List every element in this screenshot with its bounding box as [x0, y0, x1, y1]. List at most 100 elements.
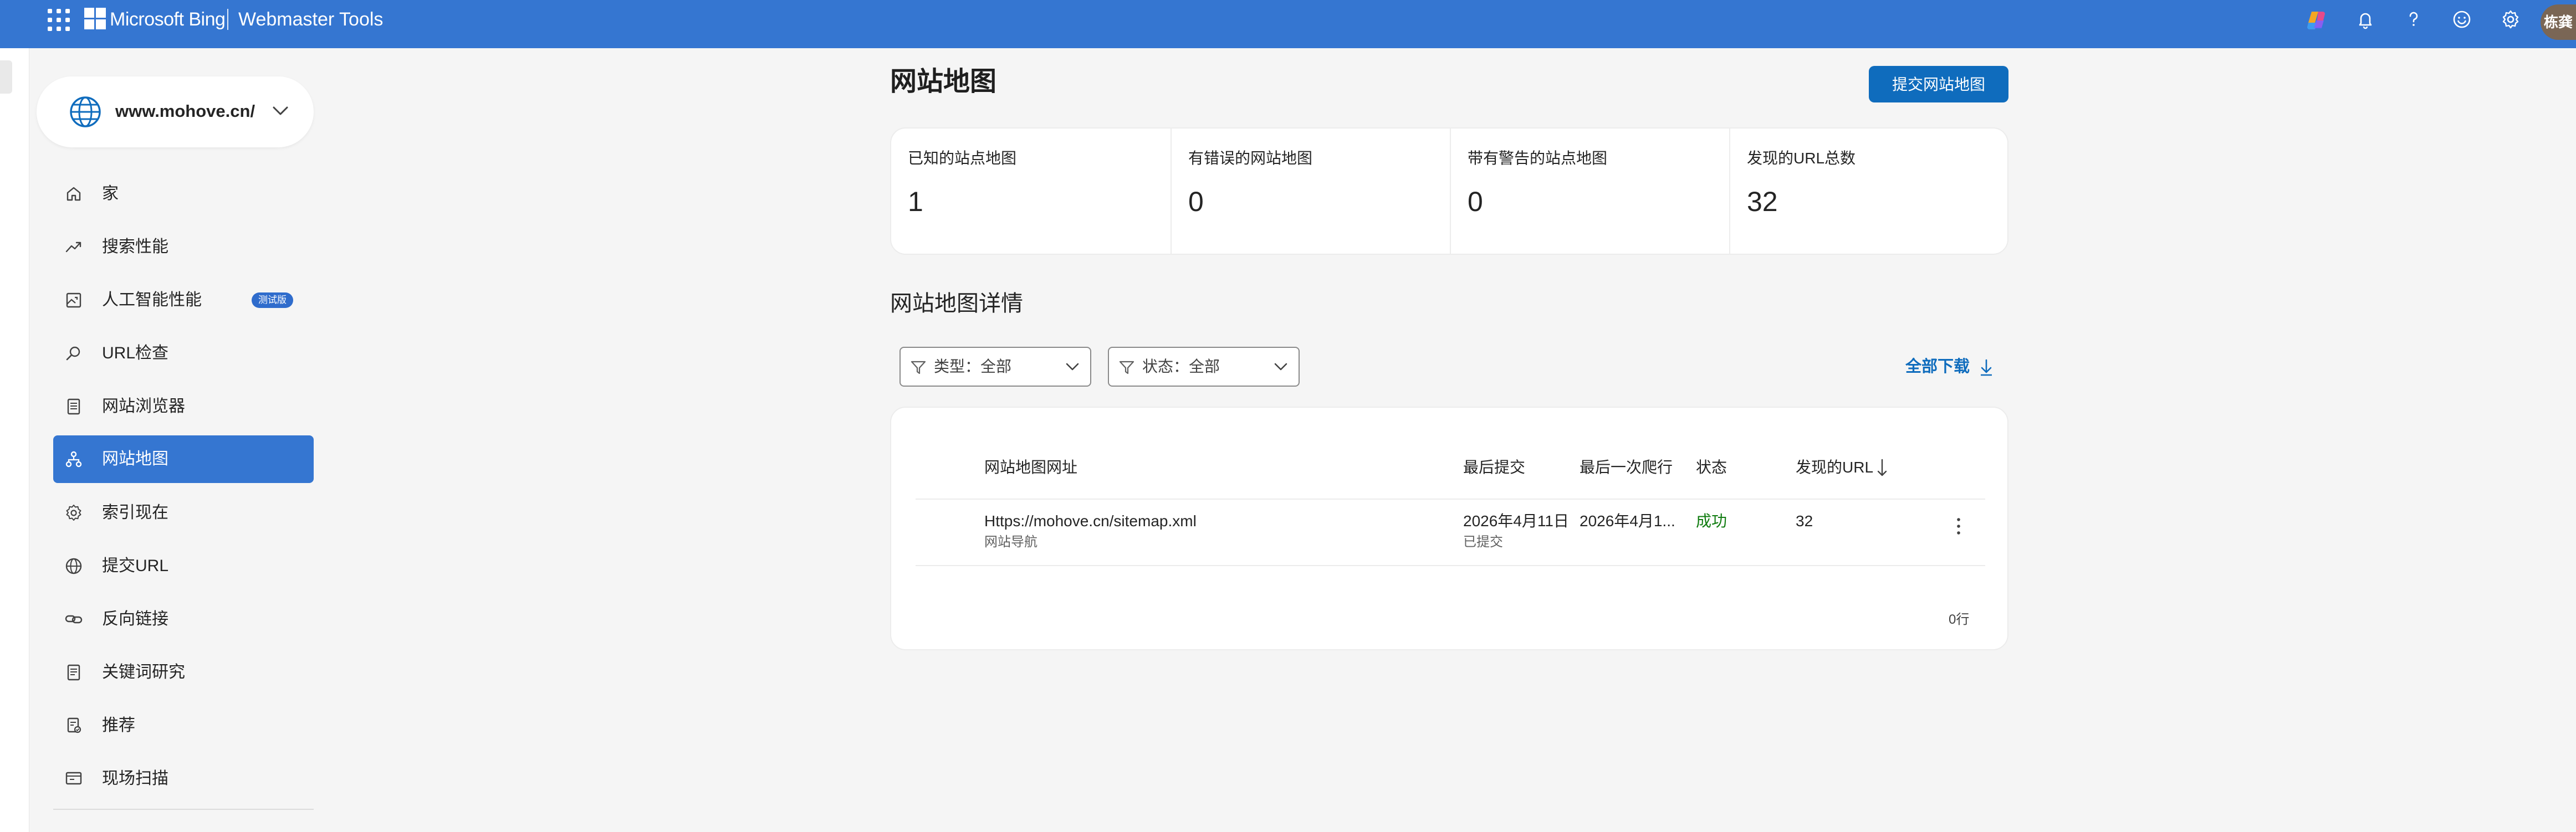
search-icon	[66, 346, 80, 361]
sidebar-item-ai-performance[interactable]: 人工智能性能 测试版	[53, 276, 314, 324]
chevron-down-icon	[1274, 363, 1287, 371]
document-icon	[67, 664, 80, 681]
recommend-icon	[67, 717, 81, 733]
sidebar-divider	[53, 809, 314, 810]
stats-card: 已知的站点地图 1 有错误的网站地图 0 带有警告的站点地图 0 发现的URL总…	[890, 127, 2008, 255]
row-divider	[916, 565, 1985, 566]
sidebar-item-label: 现场扫描	[102, 769, 168, 788]
copilot-icon[interactable]	[2304, 8, 2328, 33]
filter-icon	[1119, 361, 1134, 374]
section-title-sitemap-details: 网站地图详情	[890, 291, 1023, 316]
column-header-last-submitted[interactable]: 最后提交	[1463, 455, 1525, 480]
site-selector[interactable]: www.mohove.cn/	[37, 76, 314, 147]
sidebar-item-label: 家	[102, 184, 119, 203]
stat-value: 1	[908, 186, 923, 217]
last-crawled-cell: 2026年4月1...	[1580, 512, 1675, 530]
sidebar-item-home[interactable]: 家	[53, 170, 314, 218]
more-actions-icon[interactable]	[1949, 513, 1969, 540]
sidebar-item-url-inspection[interactable]: URL检查	[53, 330, 314, 377]
stat-label: 发现的URL总数	[1747, 150, 1856, 167]
left-rail	[0, 48, 29, 832]
globe-icon	[65, 558, 82, 574]
stat-label: 带有警告的站点地图	[1468, 150, 1608, 167]
chevron-down-icon	[1066, 363, 1079, 371]
stat-value: 0	[1188, 186, 1204, 217]
row-count: 0行	[1949, 612, 1970, 627]
column-header-last-crawled[interactable]: 最后一次爬行	[1580, 455, 1673, 480]
stat-sitemaps-with-errors: 有错误的网站地图 0	[1171, 129, 1450, 254]
last-submitted-subtext: 已提交	[1463, 535, 1503, 549]
stat-label: 已知的站点地图	[908, 150, 1017, 167]
sidebar-item-label: 搜索性能	[102, 238, 168, 256]
sidebar-item-label: 关键词研究	[102, 663, 185, 681]
sidebar-item-label: 网站浏览器	[102, 397, 185, 415]
settings-gear-icon[interactable]	[2500, 8, 2522, 30]
brand-divider	[227, 9, 228, 30]
sidebar-item-label: URL检查	[102, 344, 169, 362]
stat-sitemaps-with-warnings: 带有警告的站点地图 0	[1450, 129, 1729, 254]
type-filter-dropdown[interactable]: 类型：全部	[899, 347, 1091, 387]
sidebar-item-indexnow[interactable]: 索引现在	[53, 489, 314, 537]
bell-icon[interactable]	[2354, 8, 2376, 30]
sidebar-item-site-scan[interactable]: 现场扫描	[53, 755, 314, 803]
status-cell: 成功	[1696, 512, 1727, 530]
sitemap-table: 网站地图网址 最后提交 最后一次爬行 状态 发现的URL Https://moh…	[890, 407, 2008, 650]
microsoft-logo-icon	[84, 8, 106, 30]
gear-icon	[66, 505, 81, 521]
feedback-smiley-icon[interactable]	[2451, 8, 2473, 30]
stat-value: 0	[1468, 186, 1483, 217]
app-launcher-icon[interactable]	[48, 9, 70, 31]
sidebar-item-label: 反向链接	[102, 610, 168, 628]
page-title: 网站地图	[890, 67, 997, 96]
stat-known-sitemaps: 已知的站点地图 1	[891, 129, 1171, 254]
sidebar-item-site-explorer[interactable]: 网站浏览器	[53, 383, 314, 430]
filter-label: 类型：全部	[934, 358, 1012, 375]
download-all-link[interactable]: 全部下载	[1905, 355, 1970, 379]
sidebar-item-label: 网站地图	[102, 450, 168, 468]
help-icon[interactable]	[2403, 8, 2425, 30]
last-submitted-cell: 2026年4月11日	[1463, 512, 1569, 530]
product-name[interactable]: Webmaster Tools	[238, 7, 383, 32]
sort-descending-icon[interactable]	[1874, 458, 1890, 479]
status-filter-dropdown[interactable]: 状态：全部	[1108, 347, 1300, 387]
rail-collapse-handle[interactable]	[0, 60, 12, 94]
trend-icon	[65, 242, 81, 253]
column-header-status[interactable]: 状态	[1696, 455, 1727, 480]
beta-badge: 测试版	[252, 292, 293, 308]
user-avatar[interactable]: 栋龚	[2541, 4, 2576, 40]
sidebar-item-submit-url[interactable]: 提交URL	[53, 542, 314, 590]
sitemap-url-cell[interactable]: Https://mohove.cn/sitemap.xml	[984, 510, 1197, 533]
header-divider	[916, 499, 1985, 500]
image-chart-icon	[66, 292, 81, 308]
sidebar-item-label: 索引现在	[102, 504, 168, 522]
submit-sitemap-button[interactable]: 提交网站地图	[1869, 66, 2008, 102]
stat-value: 32	[1747, 186, 1778, 217]
home-icon	[67, 187, 81, 201]
column-header-sitemap-url[interactable]: 网站地图网址	[984, 455, 1077, 480]
sitemap-url-subtext: 网站导航	[984, 535, 1037, 549]
sidebar-item-backlinks[interactable]: 反向链接	[53, 595, 314, 643]
download-arrow-icon[interactable]	[1977, 358, 1995, 377]
sidebar-item-keyword-research[interactable]: 关键词研究	[53, 649, 314, 696]
column-header-discovered-urls[interactable]: 发现的URL	[1796, 455, 1873, 480]
chevron-down-icon	[273, 106, 288, 115]
globe-icon	[70, 96, 101, 127]
stat-total-urls-discovered: 发现的URL总数 32	[1729, 129, 2008, 254]
sidebar-item-search-performance[interactable]: 搜索性能	[53, 223, 314, 271]
link-icon	[65, 615, 83, 624]
sidebar-item-label: 人工智能性能	[102, 291, 202, 309]
sidebar-item-sitemaps[interactable]: 网站地图	[53, 435, 314, 483]
scan-icon	[65, 772, 82, 785]
sidebar-item-label: 推荐	[102, 716, 135, 735]
brand-name[interactable]: Microsoft Bing	[110, 7, 226, 32]
filter-label: 状态：全部	[1142, 358, 1220, 375]
sitemap-icon	[65, 451, 82, 468]
filter-icon	[911, 361, 926, 374]
stat-label: 有错误的网站地图	[1188, 150, 1313, 167]
document-icon	[67, 398, 80, 415]
top-bar: Microsoft Bing Webmaster Tools 栋龚	[0, 0, 2576, 48]
sidebar-item-label: 提交URL	[102, 557, 169, 575]
discovered-urls-cell: 32	[1796, 512, 1813, 530]
site-name: www.mohove.cn/	[115, 101, 255, 121]
sidebar-item-recommendations[interactable]: 推荐	[53, 702, 314, 749]
